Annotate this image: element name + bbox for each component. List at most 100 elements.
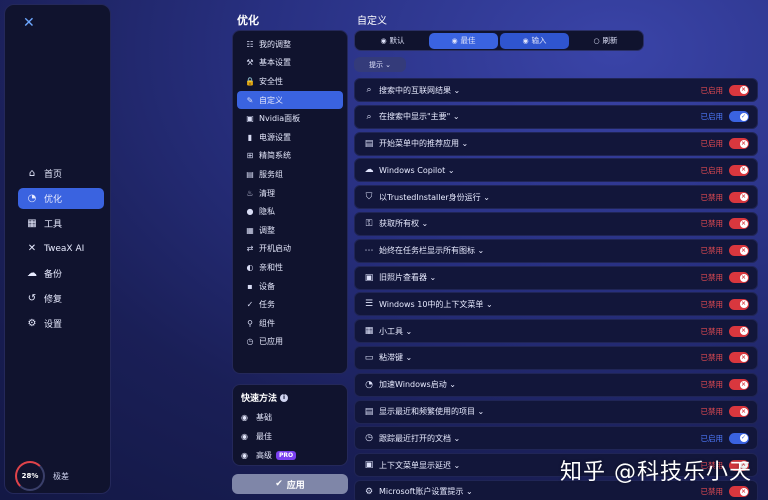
tweak-label[interactable]: 显示最近和频繁使用的项目 ⌄	[379, 406, 701, 417]
category-label: Nvidia面板	[259, 114, 301, 124]
quick-method-label: 高级	[256, 451, 272, 460]
category-tweaks[interactable]: ▦ 调整	[237, 221, 343, 240]
quick-method-label: 基础	[256, 413, 272, 422]
tweak-toggle[interactable]: ×	[729, 138, 749, 150]
preset-best[interactable]: ◉ 最佳	[429, 32, 498, 49]
category-cleanup[interactable]: ♨ 清理	[237, 184, 343, 203]
quick-methods-title: 快速方法 i	[241, 391, 339, 404]
tweak-toggle[interactable]: ✓	[729, 111, 749, 123]
category-debloat[interactable]: ⊞ 精简系统	[237, 147, 343, 166]
ai-icon: ✕	[27, 243, 37, 254]
tweak-label[interactable]: 粘滞键 ⌄	[379, 352, 701, 363]
category-label: 安全性	[259, 76, 283, 86]
category-label: 清理	[259, 188, 275, 198]
preset-icon: ◉	[451, 36, 458, 45]
gear-icon: ⚙	[27, 318, 37, 329]
category-label: 设备	[259, 281, 275, 291]
toggle-knob: ×	[739, 86, 748, 94]
tweak-toggle[interactable]: ×	[729, 164, 749, 176]
tweak-toggle[interactable]: ×	[729, 325, 749, 337]
tweak-toggle[interactable]: ×	[729, 218, 749, 230]
tweak-label[interactable]: 在搜索中显示"主要" ⌄	[379, 111, 701, 122]
quick-method-advanced[interactable]: ◉ 高级 PRO	[241, 446, 339, 465]
info-icon[interactable]: i	[280, 393, 289, 402]
tweak-label[interactable]: 获取所有权 ⌄	[379, 218, 701, 229]
nav-item-label: 优化	[44, 195, 63, 205]
tweak-toggle[interactable]: ✓	[729, 432, 749, 444]
preset-refresh[interactable]: ○ 刷新	[571, 33, 640, 49]
tweak-toggle[interactable]: ×	[729, 379, 749, 391]
tweak-label[interactable]: 搜索中的互联网结果 ⌄	[379, 85, 701, 96]
category-affinity[interactable]: ◐ 亲和性	[237, 258, 343, 277]
category-label: 已应用	[259, 337, 283, 347]
nav-item-tools[interactable]: ▦ 工具	[18, 213, 104, 234]
category-power[interactable]: ▮ 电源设置	[237, 128, 343, 147]
category-label: 电源设置	[259, 132, 291, 142]
tweak-toggle[interactable]: ×	[729, 84, 749, 96]
category-basic[interactable]: ⚒ 基本设置	[237, 54, 343, 73]
tweak-label[interactable]: 开始菜单中的推荐应用 ⌄	[379, 138, 701, 149]
tweak-label[interactable]: Windows Copilot ⌄	[379, 166, 701, 175]
preset-default[interactable]: ◉ 默认	[358, 33, 427, 49]
quick-method-basic[interactable]: ◉ 基础	[241, 408, 339, 427]
category-privacy[interactable]: ● 隐私	[237, 202, 343, 221]
widgets-icon: ▦	[364, 326, 374, 337]
tweak-toggle[interactable]: ×	[729, 352, 749, 364]
tweak-label[interactable]: 始终在任务栏显示所有图标 ⌄	[379, 245, 701, 256]
tweak-label[interactable]: 跟踪最近打开的文档 ⌄	[379, 433, 701, 444]
tweak-row: ⌕ 搜索中的互联网结果 ⌄ 已启用 ×	[354, 78, 758, 102]
category-my-tweaks[interactable]: ☷ 我的调整	[237, 35, 343, 54]
tweak-label[interactable]: Microsoft账户设置提示 ⌄	[379, 486, 701, 497]
history-icon: ↺	[27, 293, 37, 304]
nav-item-ai[interactable]: ✕ TweaX AI	[18, 238, 104, 259]
tweak-toggle[interactable]: ×	[729, 245, 749, 257]
toggle-knob: ×	[739, 246, 748, 255]
tweak-label[interactable]: 以TrustedInstaller身份运行 ⌄	[379, 192, 701, 203]
toggle-knob: ×	[739, 353, 748, 362]
tweak-row: ☰ Windows 10中的上下文菜单 ⌄ 已禁用 ×	[354, 292, 758, 317]
tweak-label[interactable]: Windows 10中的上下文菜单 ⌄	[379, 299, 701, 310]
tweak-toggle[interactable]: ×	[729, 406, 749, 418]
tweak-row: ☁ Windows Copilot ⌄ 已启用 ×	[354, 158, 758, 183]
tweak-label[interactable]: 加速Windows启动 ⌄	[379, 379, 701, 390]
tweak-toggle[interactable]: ×	[729, 191, 749, 203]
preset-segmented-control: ◉ 默认 ◉ 最佳 ◉ 输入 ○ 刷新	[354, 30, 644, 51]
tweak-toggle[interactable]: ×	[729, 298, 749, 310]
nav-item-backup[interactable]: ☁ 备份	[18, 263, 104, 284]
category-custom[interactable]: ✎ 自定义	[237, 90, 343, 110]
category-applied[interactable]: ◷ 已应用	[237, 333, 343, 352]
tweak-status: 已启用	[700, 139, 724, 149]
category-devices[interactable]: ▪ 设备	[237, 277, 343, 296]
apply-button[interactable]: ✔ 应用	[232, 474, 348, 494]
category-label: 隐私	[259, 207, 275, 217]
category-label: 服务组	[259, 169, 283, 179]
tweak-row: ▭ 粘滞键 ⌄ 已禁用 ×	[354, 345, 758, 370]
grid-icon: ▦	[246, 225, 254, 235]
nav-item-repair[interactable]: ↺ 修复	[18, 288, 104, 309]
nav-item-settings[interactable]: ⚙ 设置	[18, 313, 104, 334]
tweak-toggle[interactable]: ×	[729, 272, 749, 284]
nav-item-label: 首页	[44, 170, 63, 180]
tweak-label[interactable]: 旧照片查看器 ⌄	[379, 272, 701, 283]
category-tasks[interactable]: ✓ 任务	[237, 295, 343, 314]
nav-item-label: 设置	[44, 320, 63, 330]
tweak-label[interactable]: 小工具 ⌄	[379, 326, 701, 337]
category-security[interactable]: 🔒 安全性	[237, 72, 343, 91]
preset-label: 刷新	[602, 36, 618, 45]
cloud-icon: ☁	[27, 268, 37, 279]
tweak-row: ◷ 跟踪最近打开的文档 ⌄ 已启用 ✓	[354, 426, 758, 451]
nav-item-optimize[interactable]: ◔ 优化	[18, 188, 104, 209]
category-startup[interactable]: ⇄ 开机启动	[237, 240, 343, 259]
tweak-toggle[interactable]: ×	[729, 486, 749, 498]
category-label: 任务	[259, 300, 275, 310]
performance-score-label: 极差	[53, 472, 69, 481]
category-nvidia[interactable]: ▣ Nvidia面板	[237, 109, 343, 128]
component-icon: ⚲	[247, 318, 253, 328]
quick-method-best[interactable]: ◉ 最佳	[241, 427, 339, 446]
hint-filter-dropdown[interactable]: 提示 ⌄	[354, 57, 406, 72]
preset-input[interactable]: ◉ 输入	[500, 32, 569, 49]
category-components[interactable]: ⚲ 组件	[237, 314, 343, 333]
toggle-knob: ×	[739, 139, 748, 148]
nav-item-home[interactable]: ⌂ 首页	[18, 163, 104, 184]
category-services[interactable]: ▤ 服务组	[237, 165, 343, 184]
